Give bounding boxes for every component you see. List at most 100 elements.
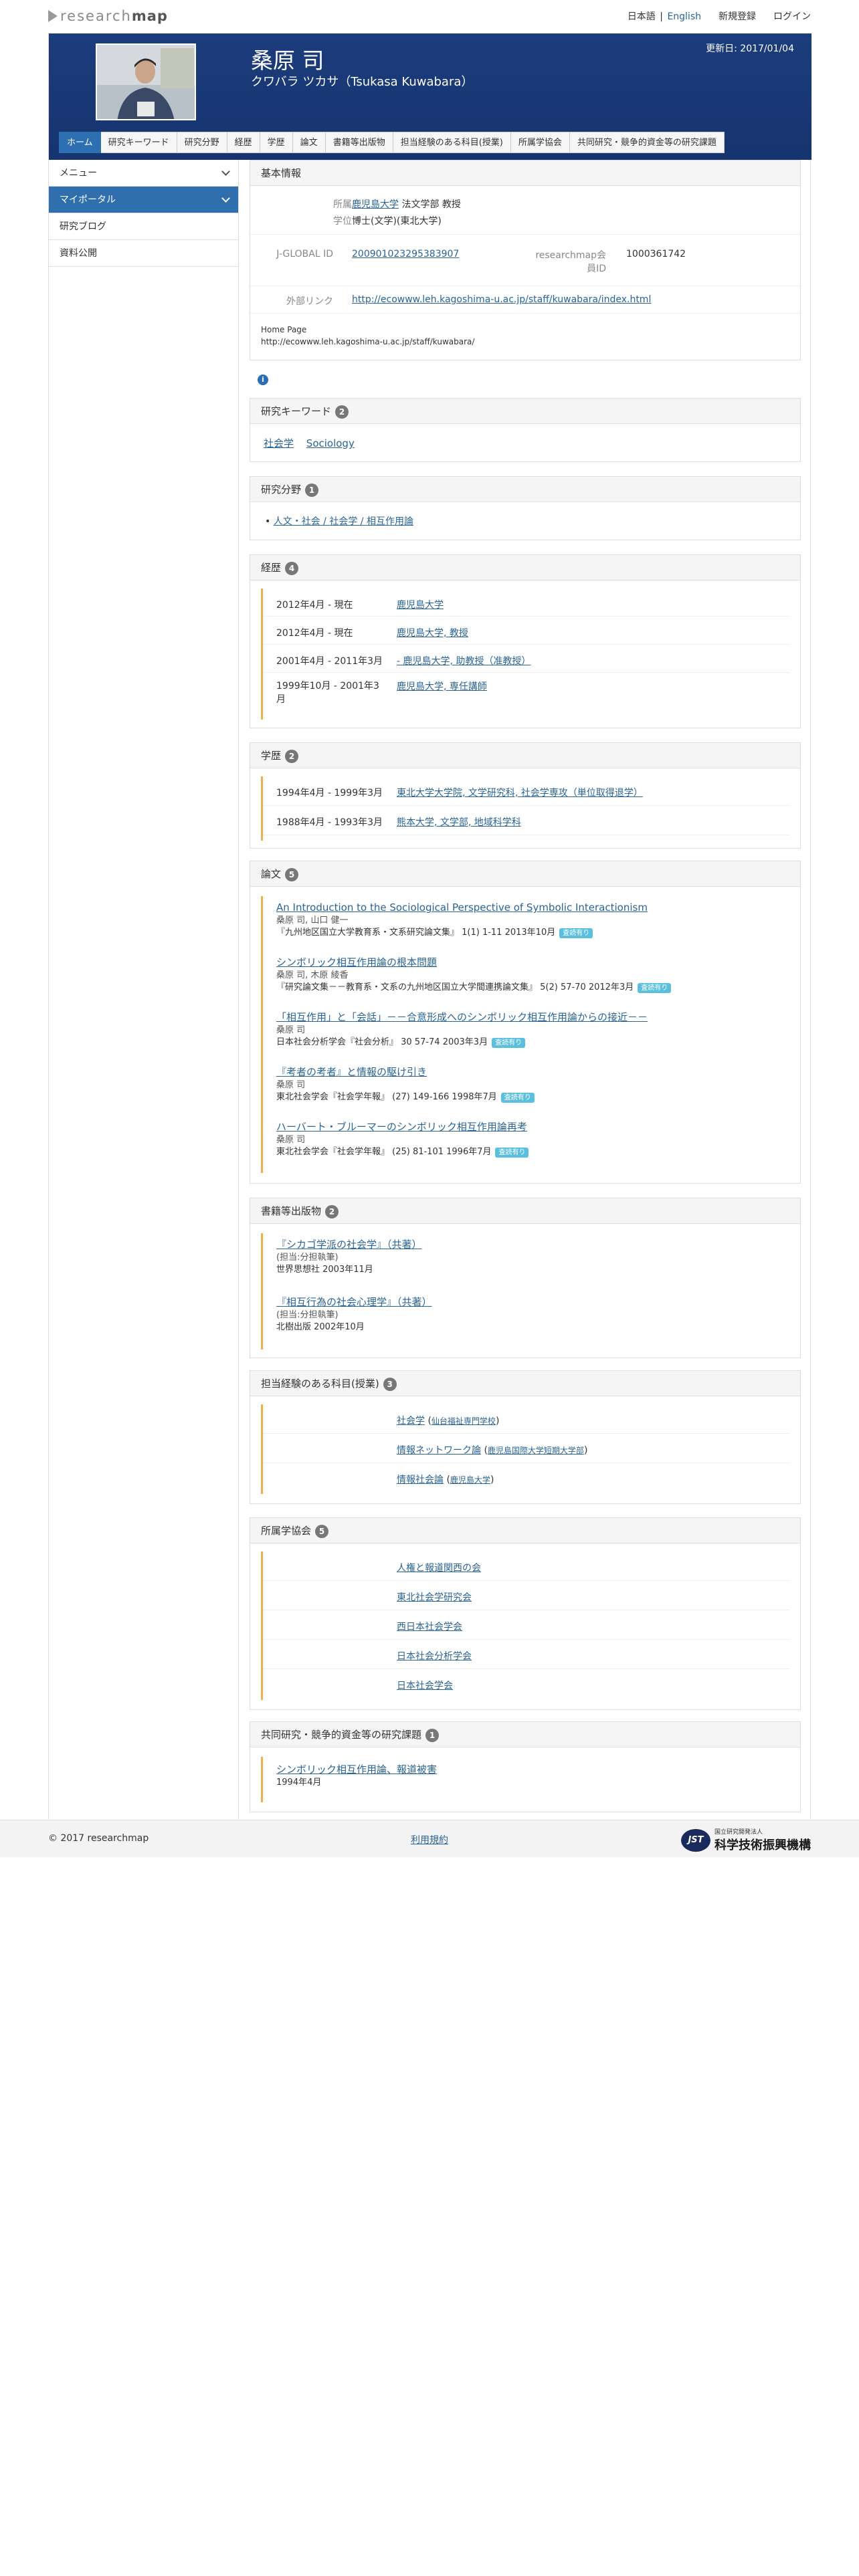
grants-panel: 共同研究・競争的資金等の研究課題 1 シンボリック相互作用論、報道被害 1994年4… xyxy=(250,1721,801,1812)
researchmap-logo[interactable]: research map xyxy=(48,8,168,24)
info-icon[interactable]: i xyxy=(258,374,268,385)
researcher-name: 桑原 司 xyxy=(251,47,324,74)
external-link-value: http://ecowww.leh.kagoshima-u.ac.jp/staf… xyxy=(352,294,651,305)
lang-ja[interactable]: 日本語 xyxy=(628,11,656,22)
footer: © 2017 researchmap 利用規約 JST 国立研究開発法人 科学技術… xyxy=(0,1820,859,1857)
tab-fields[interactable]: 研究分野 xyxy=(177,132,227,153)
researchmap-id-label: researchmap会員ID xyxy=(535,250,606,274)
field-link[interactable]: 人文・社会 / 社会学 / 相互作用論 xyxy=(274,516,413,527)
chevron-down-icon xyxy=(221,194,230,203)
books-list: 『シカゴ学派の社会学』（共著） (担当:分担執筆) 世界思想社 2003年11月 『… xyxy=(261,1233,789,1350)
society-row: 東北社会学研究会 xyxy=(263,1581,789,1610)
tab-grants[interactable]: 共同研究・競争的資金等の研究課題 xyxy=(569,132,725,153)
register-link[interactable]: 新規登録 xyxy=(719,9,756,23)
terms-link[interactable]: 利用規約 xyxy=(411,1833,448,1846)
grant-title-link[interactable]: シンボリック相互作用論、報道被害 xyxy=(276,1763,437,1776)
jst-subtitle: 国立研究開発法人 xyxy=(714,1829,763,1836)
panel-title: 学歴 2 xyxy=(250,743,800,768)
courses-panel: 担当経験のある科目(授業) 3 社会学 (仙台福祉専門学校) 情報ネットワーク論 … xyxy=(250,1370,801,1504)
keywords-panel: 研究キーワード 2 社会学 Sociology xyxy=(250,398,801,462)
keyword-link[interactable]: Sociology xyxy=(306,437,355,449)
sidebar-item-label: 研究ブログ xyxy=(60,221,106,232)
societies-list: 人権と報道関西の会 東北社会学研究会 西日本社会学会 日本社会分析学会 日本社会… xyxy=(261,1551,789,1700)
paper-item: An Introduction to the Sociological Pers… xyxy=(276,901,648,938)
society-link[interactable]: 日本社会学会 xyxy=(397,1679,453,1692)
tab-education[interactable]: 学歴 xyxy=(260,132,293,153)
institution-link[interactable]: 鹿児島大学 xyxy=(450,1475,490,1485)
course-link[interactable]: 社会学 xyxy=(397,1416,425,1426)
tab-societies[interactable]: 所属学協会 xyxy=(510,132,570,153)
jst-logo[interactable]: JST 国立研究開発法人 科学技術振興機構 xyxy=(681,1827,811,1853)
paper-title-link[interactable]: An Introduction to the Sociological Pers… xyxy=(276,901,648,914)
paper-title-link[interactable]: 「相互作用」と「会話」－－合意形成へのシンボリック相互作用論からの接近－－ xyxy=(276,1011,648,1023)
paper-title-link[interactable]: ハーバート・ブルーマーのシンボリック相互作用論再考 xyxy=(276,1121,527,1133)
education-link[interactable]: 熊本大学, 文学部, 地域科学科 xyxy=(397,815,521,829)
sidebar-item-blog[interactable]: 研究ブログ xyxy=(49,213,238,240)
career-link[interactable]: 鹿児島大学, 教授 xyxy=(397,626,468,639)
lang-en-link[interactable]: English xyxy=(667,11,701,22)
career-link[interactable]: 鹿児島大学 xyxy=(397,598,444,611)
society-link[interactable]: 西日本社会学会 xyxy=(397,1620,462,1633)
sidebar-item-files[interactable]: 資料公開 xyxy=(49,240,238,267)
courses-list: 社会学 (仙台福祉専門学校) 情報ネットワーク論 (鹿児島国際大学短期大学部) … xyxy=(261,1404,789,1494)
institution-link[interactable]: 仙台福祉専門学校 xyxy=(432,1416,496,1426)
course-link[interactable]: 情報ネットワーク論 xyxy=(397,1445,481,1456)
keyword-link[interactable]: 社会学 xyxy=(264,437,294,449)
society-link[interactable]: 日本社会分析学会 xyxy=(397,1649,472,1662)
education-timeline: 1994年4月 - 1999年3月 東北大学大学院, 文学研究科, 社会学専攻（単… xyxy=(261,776,789,841)
career-link[interactable]: - 鹿児島大学, 助教授（准教授） xyxy=(397,654,531,667)
tab-courses[interactable]: 担当経験のある科目(授業) xyxy=(393,132,511,153)
tab-home[interactable]: ホーム xyxy=(59,132,101,153)
sidebar-menu-header[interactable]: メニュー xyxy=(49,160,238,187)
language-switch: 日本語 | English xyxy=(628,9,701,23)
copyright: © 2017 researchmap xyxy=(48,1833,149,1844)
sidebar-menu-label: メニュー xyxy=(60,168,97,179)
society-link[interactable]: 人権と報道関西の会 xyxy=(397,1561,481,1574)
society-row: 日本社会分析学会 xyxy=(263,1640,789,1669)
affiliation-value: 鹿児島大学 法文学部 教授 xyxy=(352,197,461,211)
chevron-down-icon xyxy=(221,167,230,176)
jglobal-link[interactable]: 200901023295383907 xyxy=(352,249,459,259)
book-title-link[interactable]: 『シカゴ学派の社会学』（共著） xyxy=(276,1239,422,1251)
logo-text-dark: map xyxy=(131,8,168,24)
paper-title-link[interactable]: シンボリック相互作用論の根本問題 xyxy=(276,956,437,968)
count-badge: 2 xyxy=(325,1205,339,1218)
copyright-icon: © xyxy=(48,1833,58,1844)
institution-link[interactable]: 鹿児島国際大学短期大学部 xyxy=(488,1446,584,1455)
external-link[interactable]: http://ecowww.leh.kagoshima-u.ac.jp/staf… xyxy=(352,294,651,305)
tab-papers[interactable]: 論文 xyxy=(292,132,326,153)
career-row: 2012年4月 - 現在 鹿児島大学, 教授 xyxy=(263,617,789,645)
affiliation-rest: 法文学部 教授 xyxy=(399,199,461,210)
course-link[interactable]: 情報社会論 xyxy=(397,1475,444,1485)
count-badge: 2 xyxy=(335,405,349,419)
tab-keywords[interactable]: 研究キーワード xyxy=(100,132,177,153)
tab-career[interactable]: 経歴 xyxy=(227,132,260,153)
paper-title-link[interactable]: 『考者の考者』と情報の駆け引き xyxy=(276,1066,427,1078)
fields-panel: 研究分野 1 • 人文・社会 / 社会学 / 相互作用論 xyxy=(250,476,801,540)
course-row: 情報ネットワーク論 (鹿児島国際大学短期大学部) xyxy=(263,1434,789,1463)
course-row: 情報社会論 (鹿児島大学) xyxy=(397,1475,494,1485)
career-panel: 経歴 4 2012年4月 - 現在 鹿児島大学 2012年4月 - 現在 鹿児島大学,… xyxy=(250,554,801,728)
affiliation-link[interactable]: 鹿児島大学 xyxy=(352,199,399,210)
societies-panel: 所属学協会 5 人権と報道関西の会 東北社会学研究会 西日本社会学会 日本社会分析… xyxy=(250,1517,801,1710)
career-row: 2001年4月 - 2011年3月 - 鹿児島大学, 助教授（准教授） xyxy=(263,645,789,673)
education-link[interactable]: 東北大学大学院, 文学研究科, 社会学専攻（単位取得退学） xyxy=(397,786,643,799)
logo-triangle-icon xyxy=(48,10,58,22)
society-link[interactable]: 東北社会学研究会 xyxy=(397,1590,472,1604)
top-nav: 日本語 | English 新規登録 ログイン xyxy=(610,9,811,23)
book-item: 『相互行為の社会心理学』（共著） (担当:分担執筆) 北樹出版 2002年10月 xyxy=(276,1296,432,1332)
course-row: 社会学 (仙台福祉専門学校) xyxy=(263,1404,789,1434)
books-panel: 書籍等出版物 2 『シカゴ学派の社会学』（共著） (担当:分担執筆) 世界思想社 20… xyxy=(250,1198,801,1358)
panel-title: 担当経験のある科目(授業) 3 xyxy=(250,1371,800,1396)
count-badge: 3 xyxy=(383,1378,397,1391)
career-link[interactable]: 鹿児島大学, 専任講師 xyxy=(397,679,487,693)
jglobal-value: 200901023295383907 xyxy=(352,249,459,259)
count-badge: 2 xyxy=(285,750,299,763)
sidebar-item-mypage[interactable]: マイポータル xyxy=(49,187,238,213)
panel-title: 経歴 4 xyxy=(250,555,800,580)
login-link[interactable]: ログイン xyxy=(773,9,811,23)
count-badge: 1 xyxy=(305,484,319,497)
book-title-link[interactable]: 『相互行為の社会心理学』（共著） xyxy=(276,1296,432,1308)
tab-books[interactable]: 書籍等出版物 xyxy=(325,132,393,153)
count-badge: 5 xyxy=(315,1525,329,1538)
